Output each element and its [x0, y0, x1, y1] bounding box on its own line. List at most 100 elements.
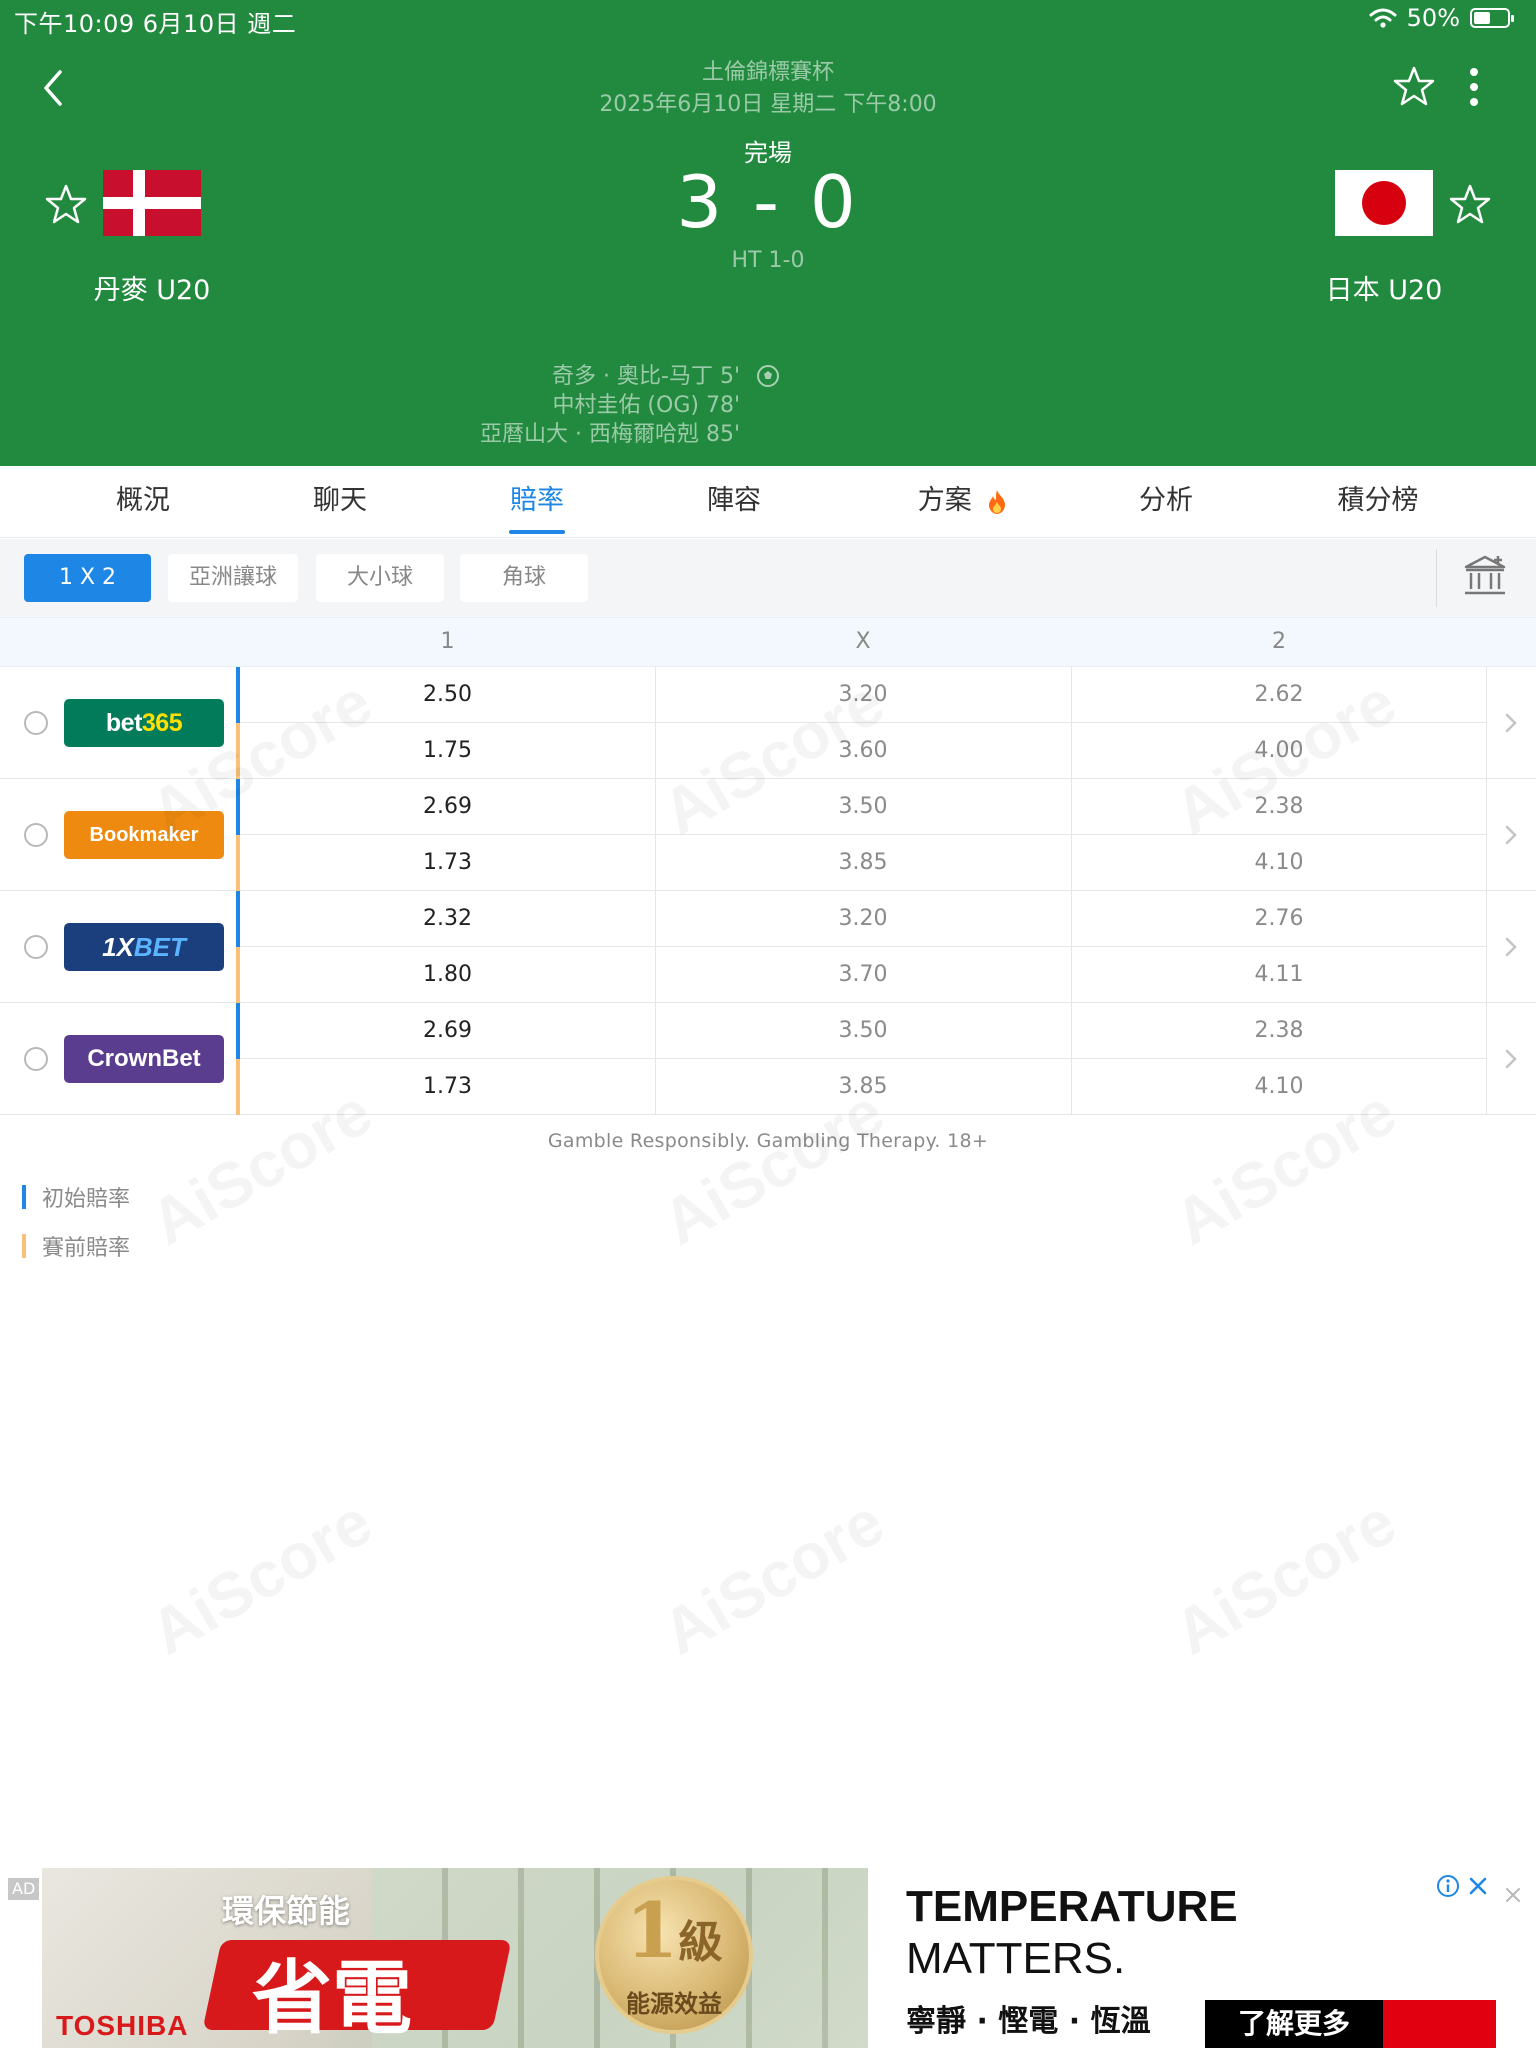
legend-prematch-odds: 賽前賠率	[22, 1231, 130, 1261]
bet365-logo: bet365	[64, 699, 224, 747]
odds-pre-home: 1.80	[423, 962, 472, 987]
ad-info-icon[interactable]	[1436, 1874, 1460, 1898]
compare-radio[interactable]	[24, 1047, 48, 1071]
bookmaker-row-bookmaker[interactable]: Bookmaker 2.69 3.50 2.38 1.73 3.85 4.10	[0, 779, 1536, 891]
odds-column-header: 1 X 2	[0, 617, 1536, 667]
ad-cta-accent	[1383, 2000, 1496, 2048]
away-team-name[interactable]: 日本 U20	[1284, 268, 1484, 307]
odds-open-away: 2.76	[1254, 906, 1304, 931]
ad-subheadline: MATTERS.	[906, 1934, 1126, 1983]
scorer-line: 亞暦山大 · 西梅爾哈剋 85'	[479, 422, 740, 447]
odds-pre-draw: 3.60	[838, 738, 888, 763]
odds-open-draw: 3.50	[838, 1018, 888, 1043]
tab-odds[interactable]: 賠率	[487, 466, 587, 538]
bookmaker-row-bet365[interactable]: bet365 2.50 3.20 2.62 1.75 3.60 4.00	[0, 667, 1536, 779]
scorer-line: 中村圭佑 (OG) 78'	[552, 393, 740, 418]
energy-label-medal: 1級 能源效益	[595, 1876, 753, 2034]
watermark: AiScore	[138, 1484, 384, 1669]
ad-banner[interactable]: AD 環保節能 省電 TOSHIBA 1級 能源效益 TEMPERATURE M…	[0, 1868, 1536, 2048]
tab-tips[interactable]: 方案	[893, 466, 1033, 538]
league-name: 土倫錦標賽杯	[701, 60, 834, 85]
logo-text: bet	[105, 709, 143, 737]
tab-standings[interactable]: 積分榜	[1318, 466, 1438, 538]
odds-pre-home: 1.73	[423, 1074, 472, 1099]
goal-scorers: 奇多 · 奧比-马丁 5' 中村圭佑 (OG) 78' 亞暦山大 · 西梅爾哈剋…	[300, 362, 740, 449]
column-away: 2	[1272, 629, 1286, 654]
subtab-corners[interactable]: 角球	[460, 554, 588, 602]
tab-chat[interactable]: 聊天	[290, 466, 390, 538]
legend-label: 賽前賠率	[42, 1236, 131, 1261]
odds-open-away: 2.38	[1254, 794, 1304, 819]
ad-headline: TEMPERATURE	[906, 1882, 1238, 1931]
watermark: AiScore	[1162, 1484, 1408, 1669]
chevron-right-icon[interactable]	[1500, 821, 1522, 849]
status-bar: 下午10:09 6月10日 週二 50%	[0, 0, 1536, 40]
bookmaker-bank-icon[interactable]	[1462, 553, 1508, 599]
energy-grade-number: 1	[625, 1886, 679, 1975]
chevron-right-icon[interactable]	[1500, 1045, 1522, 1073]
denmark-flag[interactable]	[103, 170, 201, 236]
scorer-line: 奇多 · 奧比-马丁 5'	[552, 364, 740, 389]
odds-open-home: 2.69	[423, 794, 472, 819]
chevron-right-icon[interactable]	[1500, 933, 1522, 961]
tab-lineup[interactable]: 陣容	[684, 466, 784, 538]
compare-radio[interactable]	[24, 711, 48, 735]
odds-pre-away: 4.00	[1254, 738, 1304, 763]
home-team-name[interactable]: 丹麥 U20	[52, 268, 252, 307]
odds-open-home: 2.32	[423, 906, 472, 931]
bookmaker-row-1xbet[interactable]: 1XBET 2.32 3.20 2.76 1.80 3.70 4.11	[0, 891, 1536, 1003]
odds-open-draw: 3.50	[838, 794, 888, 819]
legend-label: 初始賠率	[42, 1187, 131, 1212]
odds-pre-draw: 3.85	[838, 1074, 888, 1099]
chevron-right-icon[interactable]	[1500, 709, 1522, 737]
ad-close-icon[interactable]	[1466, 1874, 1490, 1898]
subtab-1x2[interactable]: 1 X 2	[24, 554, 151, 602]
odds-open-home: 2.69	[423, 1018, 472, 1043]
ad-badge: AD	[8, 1878, 40, 1900]
logo-text-accent: 365	[141, 709, 183, 737]
bookmaker-row-crownbet[interactable]: CrownBet 2.69 3.50 2.38 1.73 3.85 4.10	[0, 1003, 1536, 1115]
match-score: 3 - 0	[676, 160, 860, 244]
responsible-gambling-notice: Gamble Responsibly. Gambling Therapy. 18…	[547, 1130, 989, 1152]
logo-text: 1X	[102, 932, 134, 962]
fire-icon	[989, 489, 1006, 514]
tab-analysis[interactable]: 分析	[1116, 466, 1216, 538]
status-time: 下午10:09 6月10日 週二	[14, 10, 297, 38]
divider	[1436, 549, 1437, 607]
tab-overview[interactable]: 概況	[93, 466, 193, 538]
1xbet-logo: 1XBET	[64, 923, 224, 971]
japan-flag[interactable]	[1335, 170, 1433, 236]
match-odds-page: 下午10:09 6月10日 週二 50% 土倫錦標賽杯 2025年6月10日 星…	[0, 0, 1536, 2048]
ad-slogan-big: 省電	[252, 1951, 412, 2045]
column-draw: X	[855, 629, 871, 654]
ad-slogan-top: 環保節能	[222, 1892, 351, 1930]
odds-open-away: 2.38	[1254, 1018, 1304, 1043]
odds-pre-home: 1.75	[423, 738, 472, 763]
compare-radio[interactable]	[24, 935, 48, 959]
watermark: AiScore	[650, 1484, 896, 1669]
subtab-asian-handicap[interactable]: 亞洲讓球	[168, 554, 298, 602]
odds-pre-draw: 3.85	[838, 850, 888, 875]
odds-pre-draw: 3.70	[838, 962, 888, 987]
bookmaker-logo: Bookmaker	[64, 811, 224, 859]
away-favorite-star-icon[interactable]	[1448, 182, 1492, 226]
legend-marker-blue	[22, 1185, 26, 1209]
subtab-over-under[interactable]: 大小球	[316, 554, 444, 602]
home-favorite-star-icon[interactable]	[44, 182, 88, 226]
odds-open-away: 2.62	[1254, 682, 1304, 707]
wifi-icon	[1369, 8, 1397, 28]
dismiss-ad-icon[interactable]	[1502, 1884, 1524, 1906]
column-home: 1	[440, 629, 455, 654]
legend-opening-odds: 初始賠率	[22, 1182, 130, 1212]
match-header: 下午10:09 6月10日 週二 50% 土倫錦標賽杯 2025年6月10日 星…	[0, 0, 1536, 466]
legend-marker-orange	[22, 1234, 26, 1258]
odds-pre-away: 4.11	[1254, 962, 1304, 987]
compare-radio[interactable]	[24, 823, 48, 847]
energy-grade: 1級	[599, 1886, 749, 1975]
ad-learn-more-button[interactable]: 了解更多	[1205, 2000, 1383, 2048]
battery-icon	[1470, 8, 1514, 28]
crownbet-logo: CrownBet	[64, 1035, 224, 1083]
ad-image[interactable]: 環保節能 省電 TOSHIBA 1級 能源效益	[42, 1868, 868, 2048]
odds-pre-home: 1.73	[423, 850, 472, 875]
ad-copy[interactable]: TEMPERATURE MATTERS. 寧靜 · 慳電 · 恆溫 了解更多	[868, 1868, 1496, 2048]
